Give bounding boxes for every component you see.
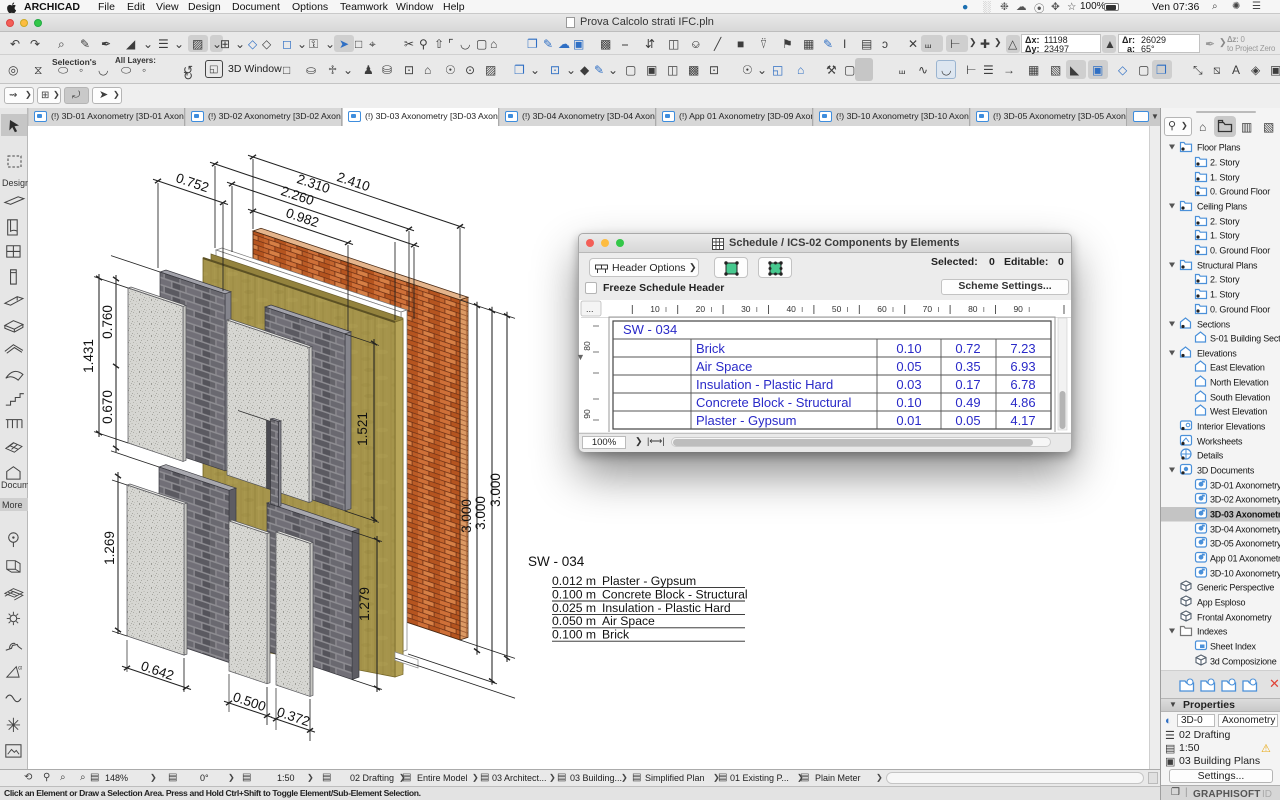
svg-text:90: 90 <box>1013 304 1023 314</box>
svg-text:Brick: Brick <box>602 628 630 642</box>
svg-text:0. Ground Floor: 0. Ground Floor <box>1210 187 1270 197</box>
svg-text:0.05: 0.05 <box>955 413 980 428</box>
svg-text:Ceiling Plans: Ceiling Plans <box>1197 202 1248 212</box>
svg-text:Brick: Brick <box>696 341 725 356</box>
svg-text:10: 10 <box>650 304 660 314</box>
svg-text:0.100 m: 0.100 m <box>552 628 596 642</box>
svg-text:0.752: 0.752 <box>174 170 211 195</box>
svg-text:Details: Details <box>1197 451 1224 461</box>
svg-text:3D-02 Axonometry: 3D-02 Axonometry <box>1210 495 1280 505</box>
svg-text:0.372: 0.372 <box>275 704 312 729</box>
svg-text:West Elevation: West Elevation <box>1210 407 1267 417</box>
svg-text:App Esploso: App Esploso <box>1197 598 1246 608</box>
svg-text:Plaster - Gypsum: Plaster - Gypsum <box>696 413 796 428</box>
svg-text:Floor Plans: Floor Plans <box>1197 143 1241 153</box>
svg-text:2. Story: 2. Story <box>1210 217 1240 227</box>
svg-text:0.10: 0.10 <box>896 395 921 410</box>
svg-text:Plaster - Gypsum: Plaster - Gypsum <box>602 574 696 588</box>
svg-text:0.500: 0.500 <box>231 689 268 714</box>
svg-text:South Elevation: South Elevation <box>1210 393 1270 403</box>
svg-text:20: 20 <box>696 304 706 314</box>
svg-text:0.03: 0.03 <box>896 377 921 392</box>
svg-text:0.10: 0.10 <box>896 341 921 356</box>
svg-text:0.050 m: 0.050 m <box>552 614 596 628</box>
svg-text:3D-04 Axonometry: 3D-04 Axonometry <box>1210 525 1280 535</box>
svg-text:6.93: 6.93 <box>1010 359 1035 374</box>
svg-text:1. Story: 1. Story <box>1210 231 1240 241</box>
svg-text:Frontal Axonometry: Frontal Axonometry <box>1197 613 1272 623</box>
svg-text:3.000: 3.000 <box>488 473 503 507</box>
svg-text:Sheet Index: Sheet Index <box>1210 642 1257 652</box>
svg-text:0.100 m: 0.100 m <box>552 587 596 601</box>
svg-text:4.86: 4.86 <box>1010 395 1035 410</box>
svg-text:Indexes: Indexes <box>1197 627 1228 637</box>
svg-text:1.521: 1.521 <box>355 412 370 446</box>
svg-text:0.670: 0.670 <box>100 390 115 424</box>
svg-text:More: More <box>2 500 23 510</box>
svg-text:0.01: 0.01 <box>896 413 921 428</box>
svg-text:0.35: 0.35 <box>955 359 980 374</box>
svg-text:0.012 m: 0.012 m <box>552 574 596 588</box>
svg-text:Generic Perspective: Generic Perspective <box>1197 583 1274 593</box>
svg-text:3D-05 Axonometry: 3D-05 Axonometry <box>1210 539 1280 549</box>
svg-text:6.78: 6.78 <box>1010 377 1035 392</box>
svg-text:3.000: 3.000 <box>473 496 488 530</box>
svg-text:Air Space: Air Space <box>602 614 655 628</box>
svg-text:2. Story: 2. Story <box>1210 158 1240 168</box>
svg-text:Insulation - Plastic Hard: Insulation - Plastic Hard <box>602 601 731 615</box>
svg-text:60: 60 <box>877 304 887 314</box>
svg-text:Concrete Block - Structural: Concrete Block - Structural <box>696 395 851 410</box>
svg-text:Elevations: Elevations <box>1197 349 1237 359</box>
svg-text:80: 80 <box>582 341 592 351</box>
svg-text:0.982: 0.982 <box>284 205 321 230</box>
svg-text:0.72: 0.72 <box>955 341 980 356</box>
svg-text:0.760: 0.760 <box>100 305 115 339</box>
svg-text:3D-10 Axonometry: 3D-10 Axonometry <box>1210 569 1280 579</box>
svg-text:3D-03 Axonometry: 3D-03 Axonometry <box>1210 510 1280 520</box>
svg-text:0.49: 0.49 <box>955 395 980 410</box>
svg-text:Concrete Block - Structural: Concrete Block - Structural <box>602 587 748 601</box>
svg-text:0.025 m: 0.025 m <box>552 601 596 615</box>
svg-text:α: α <box>18 665 22 672</box>
svg-text:7.23: 7.23 <box>1010 341 1035 356</box>
svg-text:0. Ground Floor: 0. Ground Floor <box>1210 246 1270 256</box>
svg-text:Interior Elevations: Interior Elevations <box>1197 422 1266 432</box>
svg-text:0.05: 0.05 <box>896 359 921 374</box>
svg-text:SW - 034: SW - 034 <box>623 322 677 337</box>
svg-text:Structural Plans: Structural Plans <box>1197 261 1258 271</box>
svg-text:App 01 Axonometry: App 01 Axonometry <box>1210 554 1280 564</box>
svg-text:North Elevation: North Elevation <box>1210 378 1269 388</box>
svg-text:2. Story: 2. Story <box>1210 275 1240 285</box>
svg-text:1.279: 1.279 <box>357 587 372 621</box>
svg-text:0. Ground Floor: 0. Ground Floor <box>1210 305 1270 315</box>
svg-text:3.000: 3.000 <box>459 499 474 533</box>
svg-text:90: 90 <box>582 409 592 419</box>
svg-text:S-01 Building Section: S-01 Building Section <box>1210 334 1280 344</box>
svg-text:1. Story: 1. Story <box>1210 173 1240 183</box>
svg-text:3D Documents: 3D Documents <box>1197 466 1255 476</box>
svg-text:3d Composizione: 3d Composizione <box>1210 657 1277 667</box>
svg-text:0.642: 0.642 <box>139 658 176 683</box>
svg-text:SW - 034: SW - 034 <box>528 554 585 569</box>
svg-text:...: ... <box>586 304 594 314</box>
svg-text:4.17: 4.17 <box>1010 413 1035 428</box>
svg-text:Air Space: Air Space <box>696 359 752 374</box>
svg-text:Docum: Docum <box>1 480 28 490</box>
svg-text:1.431: 1.431 <box>81 339 96 373</box>
svg-text:East Elevation: East Elevation <box>1210 363 1265 373</box>
svg-text:70: 70 <box>923 304 933 314</box>
svg-text:Insulation - Plastic Hard: Insulation - Plastic Hard <box>696 377 833 392</box>
svg-text:Worksheets: Worksheets <box>1197 437 1243 447</box>
svg-text:30: 30 <box>741 304 751 314</box>
svg-text:Sections: Sections <box>1197 320 1231 330</box>
svg-text:40: 40 <box>786 304 796 314</box>
svg-text:50: 50 <box>832 304 842 314</box>
svg-text:80: 80 <box>968 304 978 314</box>
svg-text:3D-01 Axonometry: 3D-01 Axonometry <box>1210 481 1280 491</box>
svg-text:1.269: 1.269 <box>102 531 117 565</box>
svg-text:1. Story: 1. Story <box>1210 290 1240 300</box>
svg-text:0.17: 0.17 <box>955 377 980 392</box>
svg-text:Design: Design <box>2 178 28 188</box>
